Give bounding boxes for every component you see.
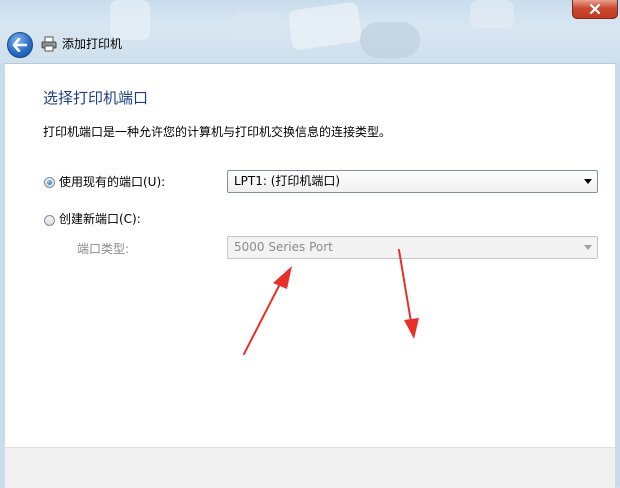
- background-blur: [360, 22, 420, 58]
- existing-port-value: LPT1: (打印机端口): [234, 174, 341, 188]
- wizard-content: 选择打印机端口 打印机端口是一种允许您的计算机与打印机交换信息的连接类型。 使用…: [5, 63, 615, 448]
- existing-port-radio[interactable]: [44, 177, 55, 188]
- close-button[interactable]: [572, 0, 618, 19]
- chevron-down-icon: [584, 245, 592, 250]
- printer-icon: [41, 36, 57, 52]
- back-arrow-icon: [12, 38, 28, 52]
- close-icon: [589, 4, 601, 14]
- port-type-select: 5000 Series Port: [227, 236, 598, 259]
- page-title: 选择打印机端口: [43, 89, 149, 107]
- existing-port-label[interactable]: 使用现有的端口(U):: [59, 174, 165, 190]
- title-bar: 添加打印机: [0, 0, 620, 64]
- wizard-footer: [5, 447, 615, 488]
- background-blur: [110, 0, 150, 40]
- new-port-label[interactable]: 创建新端口(C):: [59, 211, 141, 227]
- existing-port-select[interactable]: LPT1: (打印机端口): [227, 170, 598, 193]
- background-blur: [470, 0, 514, 28]
- port-type-value: 5000 Series Port: [234, 240, 333, 254]
- new-port-radio[interactable]: [44, 215, 55, 226]
- window-title: 添加打印机: [62, 37, 123, 51]
- background-blur: [232, 12, 282, 40]
- background-blur: [287, 1, 363, 51]
- port-type-label: 端口类型:: [77, 242, 130, 256]
- chevron-down-icon: [584, 179, 592, 184]
- window-frame-right: [615, 63, 620, 487]
- back-button[interactable]: [7, 32, 33, 58]
- page-description: 打印机端口是一种允许您的计算机与打印机交换信息的连接类型。: [43, 125, 392, 139]
